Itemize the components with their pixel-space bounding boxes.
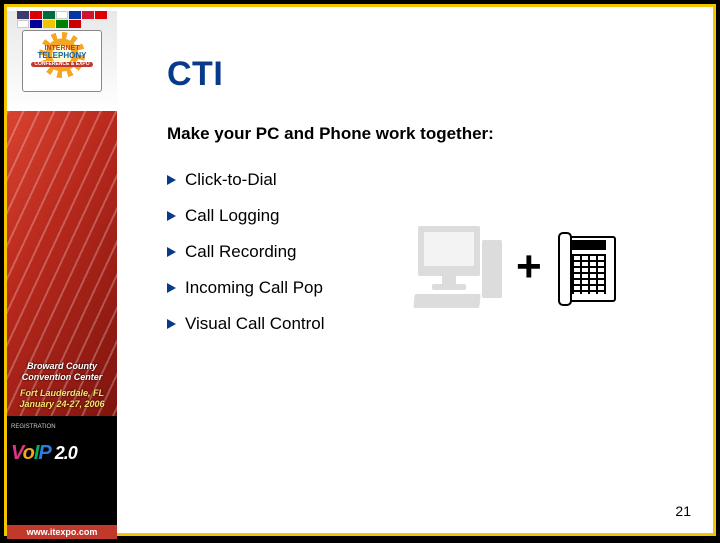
feature-item: Click-to-Dial — [167, 166, 693, 202]
url-label: www.itexpo.com — [7, 525, 117, 539]
voip-logo: VoIP 2.0 — [11, 442, 77, 465]
computer-icon — [412, 222, 502, 312]
logo-line-telephony: TELEPHONY — [23, 52, 101, 60]
slide-frame: INTERNET TELEPHONY CONFERENCE & EXPO Bro… — [4, 4, 716, 536]
dates-label: January 24-27, 2006 — [7, 399, 117, 410]
venue-label: Broward County Convention Center — [7, 361, 117, 384]
phone-icon — [556, 230, 616, 304]
location-label: Fort Lauderdale, FL — [7, 388, 117, 399]
sidebar-bottom: REGISTRATION VoIP 2.0 www.itexpo.com — [7, 416, 117, 543]
pc-plus-phone-graphic: + — [412, 207, 672, 327]
logo-pill: CONFERENCE & EXPO — [31, 62, 92, 67]
sidebar-middle: Broward County Convention Center Fort La… — [7, 111, 117, 416]
registration-label: REGISTRATION — [11, 424, 56, 430]
sidebar-logo-area: INTERNET TELEPHONY CONFERENCE & EXPO — [7, 11, 117, 111]
sidebar: INTERNET TELEPHONY CONFERENCE & EXPO Bro… — [7, 7, 117, 533]
plus-icon: + — [516, 242, 542, 292]
page-number: 21 — [675, 503, 691, 519]
slide-subtitle: Make your PC and Phone work together: — [167, 124, 693, 144]
event-logo: INTERNET TELEPHONY CONFERENCE & EXPO — [22, 30, 102, 92]
event-info: Broward County Convention Center Fort La… — [7, 361, 117, 410]
slide-title: CTI — [167, 55, 693, 94]
flag-strip — [17, 11, 107, 28]
